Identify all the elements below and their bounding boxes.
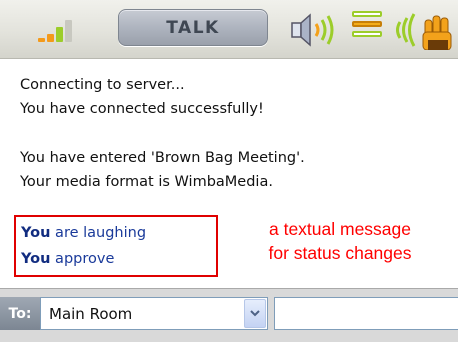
status-text: are laughing (50, 225, 147, 241)
talk-button[interactable]: TALK (118, 9, 268, 46)
annotation-text: a textual message (268, 219, 412, 239)
log-line: Your media format is WimbaMedia. (20, 174, 273, 190)
status-line: You are laughing (21, 223, 146, 243)
status-text: approve (50, 251, 115, 267)
log-line: You have entered 'Brown Bag Meeting'. (20, 150, 305, 166)
mic-level-icon (38, 18, 78, 42)
signal-hand-icon[interactable] (392, 10, 458, 50)
to-label: To: (0, 297, 40, 330)
message-log[interactable]: Connecting to server... You have connect… (0, 59, 458, 285)
message-input[interactable] (274, 297, 458, 330)
annotation-text: for status changes (268, 243, 412, 263)
bottom-bar: To: Main Room (0, 288, 458, 342)
log-line: Connecting to server... (20, 77, 185, 93)
toolbar: TALK (0, 0, 458, 59)
status-bars-icon[interactable] (352, 11, 386, 47)
status-user: You (21, 251, 51, 267)
recipient-value: Main Room (49, 304, 133, 323)
status-user: You (21, 225, 51, 241)
recipient-select[interactable]: Main Room (40, 297, 268, 330)
speaker-volume-icon[interactable] (290, 10, 346, 50)
log-line: You have connected successfully! (20, 101, 264, 117)
status-line: You approve (21, 249, 114, 269)
chevron-down-icon[interactable] (244, 299, 266, 328)
status-message-box: You are laughing You approve (14, 215, 218, 277)
